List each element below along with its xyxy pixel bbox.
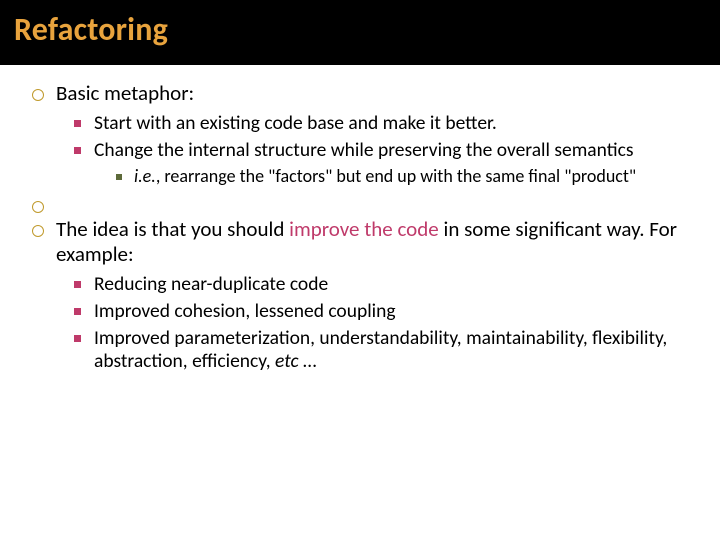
sub-bullet: Improved parameterization, understandabi… bbox=[74, 327, 690, 373]
title-bar: Refactoring bbox=[0, 0, 720, 65]
bullet-text-italic: etc bbox=[275, 349, 299, 373]
sub-bullet: Start with an existing code base and mak… bbox=[74, 112, 690, 135]
sub-bullet: Improved cohesion, lessened coupling bbox=[74, 300, 690, 323]
bullet-text: Start with an existing code base and mak… bbox=[94, 111, 497, 135]
sub-bullet: Change the internal structure while pres… bbox=[74, 139, 690, 187]
slide-body: Basic metaphor: Start with an existing c… bbox=[0, 65, 720, 373]
bullet-improve-code: The idea is that you should improve the … bbox=[32, 217, 690, 373]
bullet-text-pre: Improved parameterization, understandabi… bbox=[94, 326, 667, 373]
bullet-text-italic: i.e. bbox=[134, 165, 156, 187]
bullet-text: Improved cohesion, lessened coupling bbox=[94, 299, 396, 323]
sub-sub-bullet: i.e., rearrange the "factors" but end up… bbox=[116, 166, 690, 187]
bullet-text: Reducing near-duplicate code bbox=[94, 272, 328, 296]
bullet-text: Basic metaphor: bbox=[56, 80, 194, 106]
bullet-text: , rearrange the "factors" but end up wit… bbox=[156, 165, 636, 187]
bullet-text-post: … bbox=[299, 349, 317, 373]
bullet-list-level2: Start with an existing code base and mak… bbox=[74, 112, 690, 187]
slide-title: Refactoring bbox=[14, 10, 706, 49]
bullet-text: Change the internal structure while pres… bbox=[94, 138, 633, 162]
bullet-text-pre: The idea is that you should bbox=[56, 216, 289, 242]
bullet-basic-metaphor: Basic metaphor: Start with an existing c… bbox=[32, 81, 690, 187]
bullet-list-level1: Basic metaphor: Start with an existing c… bbox=[32, 81, 690, 373]
spacer bbox=[32, 193, 690, 211]
bullet-text-accent: improve the code bbox=[289, 216, 439, 242]
slide: Refactoring Basic metaphor: Start with a… bbox=[0, 0, 720, 540]
bullet-list-level2: Reducing near-duplicate code Improved co… bbox=[74, 273, 690, 373]
bullet-list-level3: i.e., rearrange the "factors" but end up… bbox=[116, 166, 690, 187]
sub-bullet: Reducing near-duplicate code bbox=[74, 273, 690, 296]
